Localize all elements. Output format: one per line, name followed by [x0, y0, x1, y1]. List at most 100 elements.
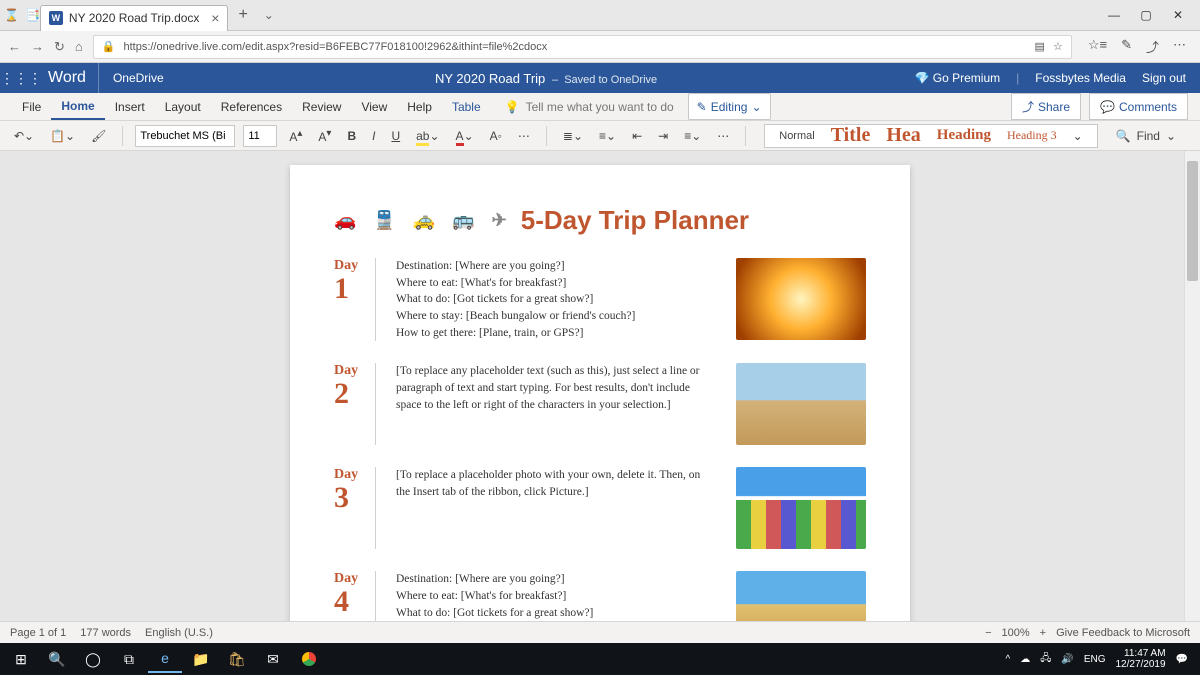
- tab-references[interactable]: References: [211, 93, 292, 120]
- day-text[interactable]: Destination: [Where are you going?] Wher…: [396, 258, 716, 341]
- browser-tab-active[interactable]: W NY 2020 Road Trip.docx ×: [40, 5, 229, 31]
- bold-button[interactable]: B: [343, 127, 360, 145]
- more-font-button[interactable]: ⋯: [514, 127, 534, 145]
- onedrive-link[interactable]: OneDrive: [99, 71, 178, 85]
- user-name[interactable]: Fossbytes Media: [1035, 71, 1126, 85]
- scrollbar-thumb[interactable]: [1187, 161, 1198, 281]
- tab-table[interactable]: Table: [442, 93, 491, 120]
- outdent-button[interactable]: ⇤: [628, 127, 646, 145]
- day-row-2[interactable]: Day2 [To replace any placeholder text (s…: [334, 363, 866, 445]
- font-color-button[interactable]: A⌄: [452, 127, 478, 145]
- style-heading2[interactable]: Heading: [929, 127, 999, 144]
- word-brand[interactable]: Word: [36, 63, 99, 93]
- window-close-icon[interactable]: ✕: [1168, 8, 1188, 22]
- go-premium-button[interactable]: 💎 Go Premium: [914, 71, 1000, 85]
- nav-home-icon[interactable]: ⌂: [75, 39, 83, 54]
- store-taskbar-icon[interactable]: 🛍: [220, 645, 254, 673]
- day-image-concert[interactable]: [736, 258, 866, 340]
- page-indicator[interactable]: Page 1 of 1: [10, 627, 66, 639]
- underline-button[interactable]: U: [387, 127, 404, 145]
- tray-onedrive-icon[interactable]: ☁: [1020, 654, 1030, 665]
- mail-taskbar-icon[interactable]: ✉: [256, 645, 290, 673]
- language-indicator[interactable]: English (U.S.): [145, 627, 213, 639]
- grow-font-button[interactable]: A▴: [285, 126, 306, 146]
- paste-button[interactable]: 📋⌄: [46, 127, 79, 145]
- window-minimize-icon[interactable]: —: [1104, 8, 1124, 22]
- address-bar[interactable]: 🔒 https://onedrive.live.com/edit.aspx?re…: [93, 35, 1072, 59]
- star-icon[interactable]: ☆: [1053, 40, 1063, 53]
- search-taskbar-icon[interactable]: 🔍: [40, 645, 74, 673]
- notes-icon[interactable]: ✎: [1121, 37, 1132, 56]
- tab-layout[interactable]: Layout: [155, 93, 211, 120]
- tab-review[interactable]: Review: [292, 93, 351, 120]
- tray-up-icon[interactable]: ^: [1006, 654, 1011, 665]
- tray-network-icon[interactable]: 🖧: [1040, 651, 1051, 668]
- explorer-taskbar-icon[interactable]: 📁: [184, 645, 218, 673]
- day-image-surfboards[interactable]: [736, 467, 866, 549]
- tab-actions-icon[interactable]: ⌄: [258, 8, 274, 22]
- taskbar-clock[interactable]: 11:47 AM 12/27/2019: [1115, 648, 1165, 670]
- document-page[interactable]: 🚗 🚆 🚕 🚌 ✈ 5-Day Trip Planner Day1 Destin…: [290, 165, 910, 621]
- undo-button[interactable]: ↶⌄: [10, 127, 38, 145]
- start-button[interactable]: ⊞: [4, 645, 38, 673]
- cortana-icon[interactable]: ◯: [76, 645, 110, 673]
- tab-home[interactable]: Home: [51, 93, 104, 120]
- tray-volume-icon[interactable]: 🔊: [1061, 654, 1073, 665]
- tab-insert[interactable]: Insert: [105, 93, 155, 120]
- nav-refresh-icon[interactable]: ↻: [54, 39, 65, 55]
- favorites-icon[interactable]: ☆≡: [1088, 37, 1107, 56]
- style-heading1[interactable]: Hea: [878, 124, 928, 147]
- vertical-scrollbar[interactable]: [1184, 151, 1200, 621]
- style-normal[interactable]: Normal: [771, 130, 822, 142]
- window-maximize-icon[interactable]: ▢: [1136, 8, 1156, 22]
- document-canvas[interactable]: 🚗 🚆 🚕 🚌 ✈ 5-Day Trip Planner Day1 Destin…: [0, 151, 1200, 621]
- font-name-combo[interactable]: [135, 125, 235, 147]
- tray-lang[interactable]: ENG: [1084, 654, 1106, 665]
- reader-icon[interactable]: ▤: [1035, 40, 1045, 53]
- styles-more-icon[interactable]: ⌄: [1065, 129, 1091, 143]
- document-title[interactable]: NY 2020 Road Trip: [435, 71, 545, 86]
- font-size-combo[interactable]: [243, 125, 277, 147]
- word-count[interactable]: 177 words: [80, 627, 131, 639]
- day-image-beach[interactable]: [736, 363, 866, 445]
- indent-button[interactable]: ⇥: [654, 127, 672, 145]
- zoom-level[interactable]: 100%: [1002, 627, 1030, 639]
- tab-help[interactable]: Help: [397, 93, 442, 120]
- tab-view[interactable]: View: [351, 93, 397, 120]
- day-row-3[interactable]: Day3 [To replace a placeholder photo wit…: [334, 467, 866, 549]
- new-tab-button[interactable]: +: [228, 6, 257, 24]
- italic-button[interactable]: I: [368, 127, 379, 145]
- format-painter-button[interactable]: 🖌: [87, 127, 110, 145]
- doc-heading[interactable]: 🚗 🚆 🚕 🚌 ✈ 5-Day Trip Planner: [334, 205, 866, 236]
- more-para-button[interactable]: ⋯: [713, 127, 733, 145]
- clear-format-button[interactable]: A◦: [486, 127, 506, 145]
- app-launcher-icon[interactable]: ⋮⋮⋮: [0, 70, 36, 87]
- tell-me-search[interactable]: 💡Tell me what you want to do: [505, 93, 674, 120]
- browser-recent-icon[interactable]: ⌛: [4, 8, 19, 22]
- style-title[interactable]: Title: [823, 124, 879, 147]
- zoom-out-icon[interactable]: −: [985, 627, 991, 639]
- align-button[interactable]: ≡⌄: [680, 127, 705, 145]
- sign-out-link[interactable]: Sign out: [1142, 71, 1186, 85]
- comments-button[interactable]: 💬Comments: [1089, 93, 1188, 120]
- editing-mode-dropdown[interactable]: ✎Editing⌄: [688, 93, 771, 120]
- share-icon[interactable]: ⤴: [1146, 37, 1159, 56]
- numbering-button[interactable]: ≡⌄: [595, 127, 620, 145]
- style-heading3[interactable]: Heading 3: [999, 128, 1065, 143]
- more-icon[interactable]: ⋯: [1173, 37, 1186, 56]
- share-button[interactable]: ⤴Share: [1011, 93, 1081, 120]
- day-image-sandcastle[interactable]: [736, 571, 866, 621]
- shrink-font-button[interactable]: A▾: [314, 126, 335, 146]
- taskview-icon[interactable]: ⧉: [112, 645, 146, 673]
- day-row-1[interactable]: Day1 Destination: [Where are you going?]…: [334, 258, 866, 341]
- bullets-button[interactable]: ≣⌄: [559, 127, 587, 145]
- zoom-in-icon[interactable]: +: [1040, 627, 1046, 639]
- find-button[interactable]: 🔍Find ⌄: [1116, 129, 1176, 143]
- tab-file[interactable]: File: [12, 93, 51, 120]
- close-tab-icon[interactable]: ×: [211, 10, 219, 26]
- day-row-4[interactable]: Day4 Destination: [Where are you going?]…: [334, 571, 866, 621]
- nav-back-icon[interactable]: ←: [8, 39, 21, 54]
- action-center-icon[interactable]: 💬: [1176, 654, 1188, 665]
- chrome-taskbar-icon[interactable]: [292, 645, 326, 673]
- feedback-link[interactable]: Give Feedback to Microsoft: [1056, 627, 1190, 639]
